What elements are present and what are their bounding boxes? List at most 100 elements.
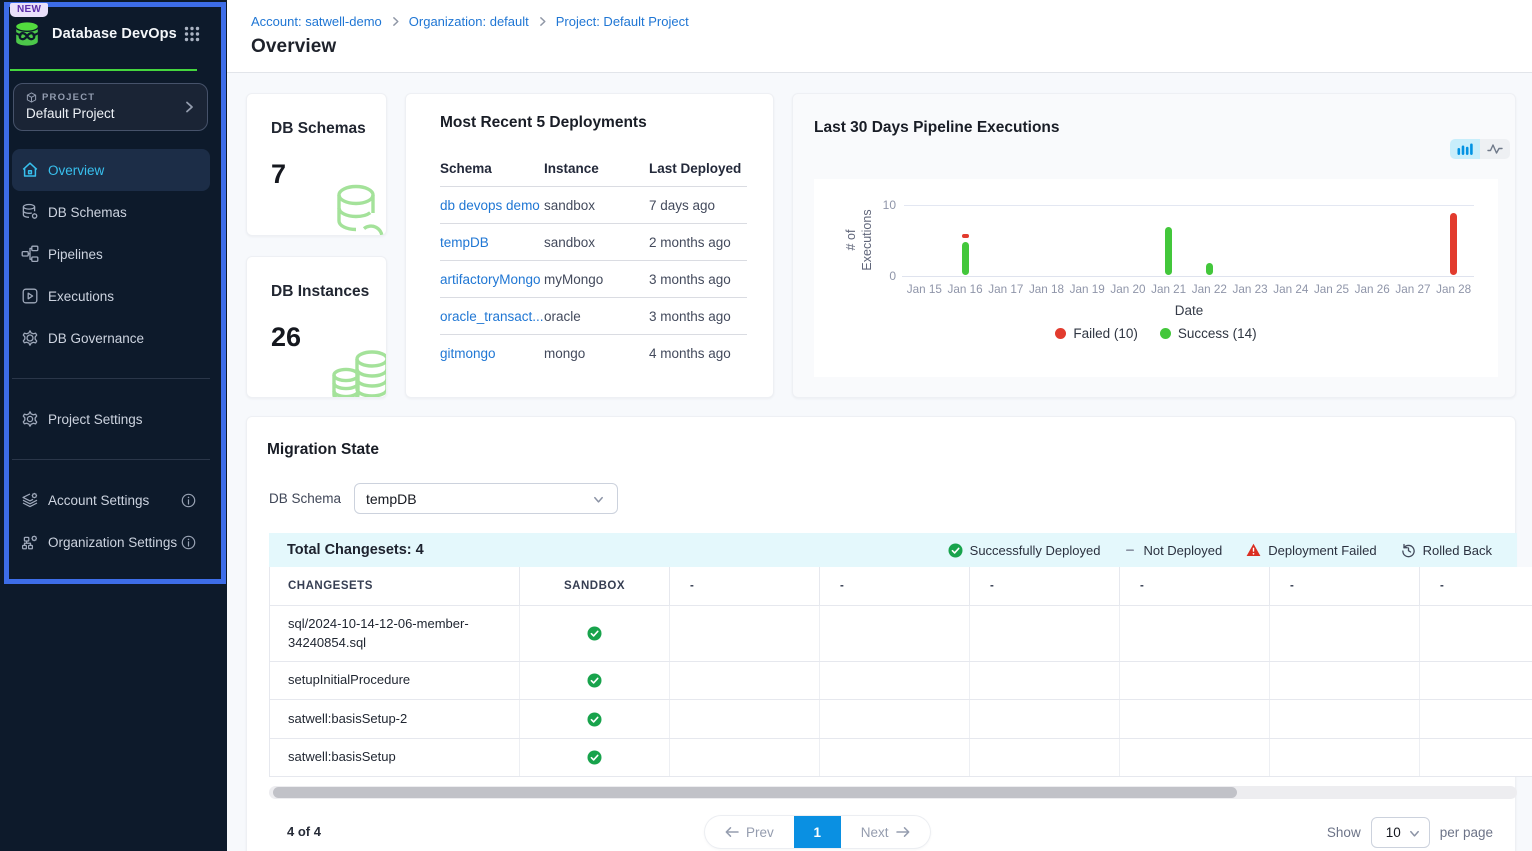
changesets-header-row: CHANGESETSSANDBOX------: [269, 567, 1532, 606]
x-tick-label: Jan 28: [1431, 283, 1477, 296]
sidebar-item-label: Overview: [48, 163, 202, 178]
project-selector[interactable]: PROJECT Default Project: [13, 83, 208, 131]
page-size-control: Show 10 per page: [1327, 816, 1493, 848]
deployments-card-title: Most Recent 5 Deployments: [440, 114, 747, 132]
home-icon: [21, 161, 39, 179]
prev-page-button[interactable]: Prev: [705, 816, 794, 848]
app-grid-icon[interactable]: [184, 26, 200, 42]
changeset-empty-cell: [1420, 739, 1532, 776]
total-changesets-label: Total Changesets: 4: [287, 542, 948, 558]
stat-card-title: DB Schemas: [271, 120, 386, 138]
breadcrumb-link[interactable]: Account: satwell-demo: [251, 14, 382, 29]
execution-icon: [21, 287, 39, 305]
dash-icon: [1124, 544, 1136, 556]
bar-chart-icon: [1457, 143, 1473, 155]
changeset-empty-cell: [670, 739, 820, 776]
changeset-empty-cell: [970, 700, 1120, 738]
chevron-right-icon: [182, 100, 196, 114]
sidebar-item-account-settings[interactable]: Account Settings: [12, 479, 210, 521]
sidebar-item-db-schemas[interactable]: DB Schemas: [12, 191, 210, 233]
prev-label: Prev: [746, 825, 774, 840]
brand-green-rule: [10, 69, 197, 71]
sidebar-item-pipelines[interactable]: Pipelines: [12, 233, 210, 275]
db-schema-label: DB Schema: [269, 491, 354, 506]
success-bar[interactable]: [1206, 263, 1213, 275]
deployment-schema-link[interactable]: tempDB: [440, 235, 544, 250]
project-selector-label: PROJECT: [42, 92, 95, 103]
sidebar-nav-tertiary: Account Settings Organization Settings: [12, 479, 210, 563]
next-page-button[interactable]: Next: [841, 816, 930, 848]
sidebar-item-label: Executions: [48, 289, 202, 304]
changesets-column-header: -: [1120, 567, 1270, 605]
org-gear-icon: [21, 533, 39, 551]
breadcrumb: Account: satwell-demo Organization: defau…: [251, 14, 1532, 29]
db-schema-select-value: tempDB: [366, 491, 417, 507]
x-tick-label: Jan 17: [983, 283, 1029, 296]
status-legend-item: Successfully Deployed: [948, 543, 1101, 558]
legend-item-success[interactable]: Success (14): [1160, 326, 1257, 341]
failed-bar[interactable]: [962, 234, 969, 238]
sidebar-item-overview[interactable]: Overview: [12, 149, 210, 191]
changeset-empty-cell: [820, 739, 970, 776]
check-circle-icon: [587, 626, 602, 641]
cube-icon: [26, 92, 37, 103]
failed-bar[interactable]: [1450, 213, 1457, 275]
x-tick-label: Jan 15: [901, 283, 947, 296]
changeset-empty-cell: [820, 700, 970, 738]
changesets-grid: CHANGESETSSANDBOX------ sql/2024-10-14-1…: [269, 567, 1532, 777]
breadcrumb-link[interactable]: Project: Default Project: [556, 14, 689, 29]
changesets-column-header: SANDBOX: [520, 567, 670, 605]
deployment-schema-link[interactable]: artifactoryMongo: [440, 272, 544, 287]
changesets-column-header: -: [970, 567, 1120, 605]
sidebar-item-label: Account Settings: [48, 493, 181, 508]
x-tick-label: Jan 24: [1268, 283, 1314, 296]
migration-state-card: Migration State DB Schema tempDB Total C…: [246, 416, 1516, 851]
check-circle-icon: [587, 712, 602, 727]
info-icon[interactable]: [181, 493, 196, 508]
scrollbar-thumb[interactable]: [273, 787, 1237, 798]
pagination: Prev 1 Next: [705, 816, 930, 848]
app-root: NEW Database DevOps PROJECT Default Proj…: [0, 0, 1532, 851]
db-instances-card[interactable]: DB Instances 26: [246, 256, 387, 399]
deployment-last-deployed: 4 months ago: [649, 346, 747, 361]
recent-deployments-card: Most Recent 5 Deployments SchemaInstance…: [405, 93, 774, 398]
product-title: Database DevOps: [52, 26, 184, 42]
deployment-schema-link[interactable]: oracle_transact...: [440, 309, 544, 324]
changeset-empty-cell: [820, 606, 970, 661]
chart-card-title: Last 30 Days Pipeline Executions: [814, 119, 1060, 137]
bar-chart-toggle-button[interactable]: [1450, 139, 1480, 159]
breadcrumb-link[interactable]: Organization: default: [409, 14, 529, 29]
sidebar-item-label: Organization Settings: [48, 535, 181, 550]
status-legend-item: Rolled Back: [1401, 543, 1492, 558]
page-size-select[interactable]: 10: [1371, 817, 1430, 848]
sidebar-nav-secondary: Project Settings: [12, 398, 210, 440]
sidebar-item-organization-settings[interactable]: Organization Settings: [12, 521, 210, 563]
line-chart-toggle-button[interactable]: [1480, 139, 1510, 159]
changeset-status-cell: [520, 739, 670, 776]
deployment-schema-link[interactable]: gitmongo: [440, 346, 544, 361]
db-schema-select[interactable]: tempDB: [354, 483, 618, 514]
changeset-empty-cell: [1270, 606, 1420, 661]
grid-line: [904, 205, 1474, 206]
x-tick-label: Jan 26: [1349, 283, 1395, 296]
status-legend-label: Not Deployed: [1143, 543, 1222, 558]
sidebar-item-db-governance[interactable]: DB Governance: [12, 317, 210, 359]
success-bar[interactable]: [962, 242, 969, 276]
success-bar[interactable]: [1165, 227, 1172, 275]
horizontal-scrollbar[interactable]: [269, 786, 1517, 799]
sidebar-item-project-settings[interactable]: Project Settings: [12, 398, 210, 440]
sidebar-item-executions[interactable]: Executions: [12, 275, 210, 317]
legend-dot: [1160, 328, 1171, 339]
legend-item-failed[interactable]: Failed (10): [1055, 326, 1138, 341]
executions-chart: 010# ofExecutionsJan 15Jan 16Jan 17Jan 1…: [814, 179, 1498, 377]
deployment-schema-link[interactable]: db devops demo: [440, 198, 544, 213]
new-badge: NEW: [10, 3, 48, 17]
arrow-left-icon: [725, 826, 739, 838]
changeset-row: satwell:basisSetup-2: [269, 700, 1532, 739]
db-schemas-card[interactable]: DB Schemas 7: [246, 93, 387, 236]
changeset-empty-cell: [1120, 662, 1270, 699]
sidebar-item-label: DB Schemas: [48, 205, 202, 220]
info-icon[interactable]: [181, 535, 196, 550]
page-1-button[interactable]: 1: [794, 816, 841, 848]
table-footer: 4 of 4 Prev 1 Next Show: [267, 816, 1515, 848]
